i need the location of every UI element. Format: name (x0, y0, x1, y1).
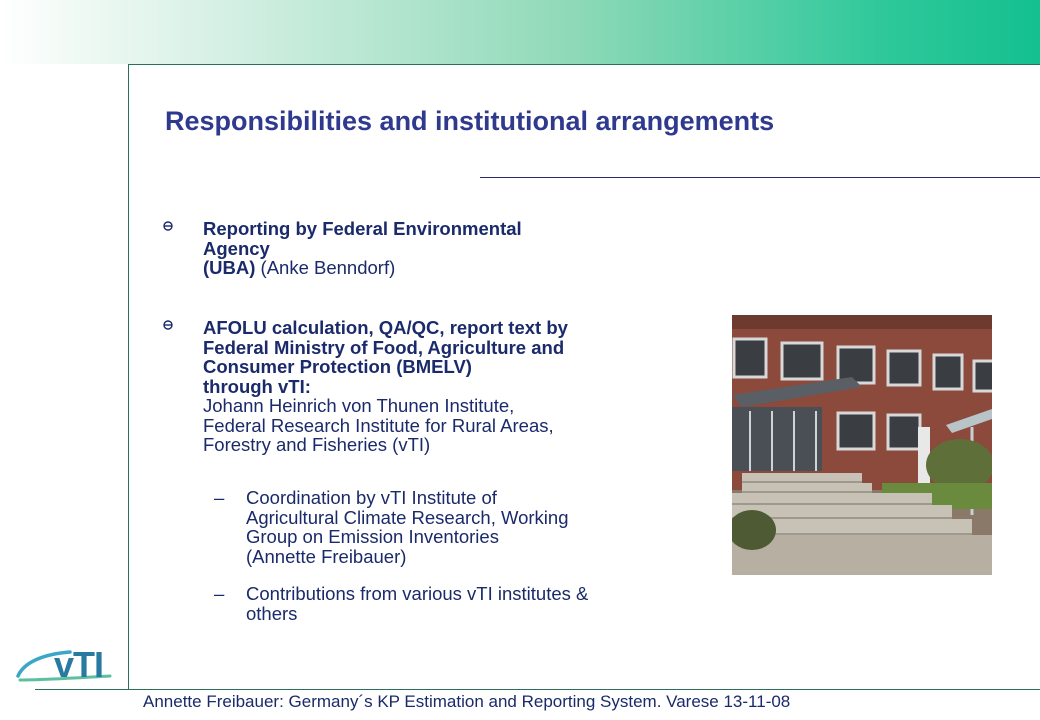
bullet-normal-text: (Anke Benndorf) (260, 257, 396, 278)
bullet-text: AFOLU calculation, QA/QC, report text by… (203, 318, 698, 455)
bullet-line: Federal Ministry of Food, Agriculture an… (203, 336, 565, 358)
bullet-icon (163, 221, 173, 231)
building-illustration (732, 315, 992, 575)
header-gradient-band (0, 0, 1040, 64)
corner-fade (0, 0, 128, 64)
subbullet-text: Contributions from various vTI institute… (246, 584, 716, 623)
bullet-line: Federal Research Institute for Rural Are… (203, 414, 554, 436)
bullet-bold-text: (UBA) (203, 257, 256, 278)
bullet-line: Consumer Protection (BMELV) (203, 356, 472, 377)
bullet-line: through vTI: (203, 375, 311, 397)
footer-divider (35, 689, 1040, 690)
slide-title: Responsibilities and institutional arran… (165, 106, 775, 136)
building-photo (732, 315, 992, 575)
vti-logo: vTI (14, 640, 124, 685)
dash-marker: – (214, 583, 225, 604)
bullet-line: Forestry and Fisheries (vTI) (203, 434, 431, 455)
subbullet-line: Contributions from various vTI institute… (246, 583, 589, 604)
title-divider (480, 177, 1040, 178)
dash-marker: – (214, 487, 225, 508)
subbullet-line: others (246, 602, 298, 624)
subbullet-text: Coordination by vTI Institute of Agricul… (246, 488, 716, 566)
subbullet-line: Coordination by vTI Institute of (246, 487, 497, 508)
bullet-text: Reporting by Federal Environmental Agenc… (203, 219, 698, 278)
content-border-left (128, 64, 129, 690)
subbullet-line: Agricultural Climate Research, Working (246, 506, 569, 528)
subbullet-line: Group on Emission Inventories (246, 526, 499, 547)
subbullet-line: (Annette Freibauer) (246, 545, 407, 567)
footer-text: Annette Freibauer: Germany´s KP Estimati… (143, 692, 791, 711)
bullet-icon (163, 320, 173, 330)
logo-text: vTI (54, 644, 104, 685)
bullet-line: AFOLU calculation, QA/QC, report text by (203, 317, 568, 338)
bullet-line: (UBA) (Anke Benndorf) (203, 258, 698, 278)
bullet-line: Reporting by Federal Environmental (203, 218, 522, 239)
bullet-line: Johann Heinrich von Thunen Institute, (203, 395, 515, 416)
content-border-top (128, 64, 1040, 65)
bullet-line: Agency (203, 237, 270, 259)
